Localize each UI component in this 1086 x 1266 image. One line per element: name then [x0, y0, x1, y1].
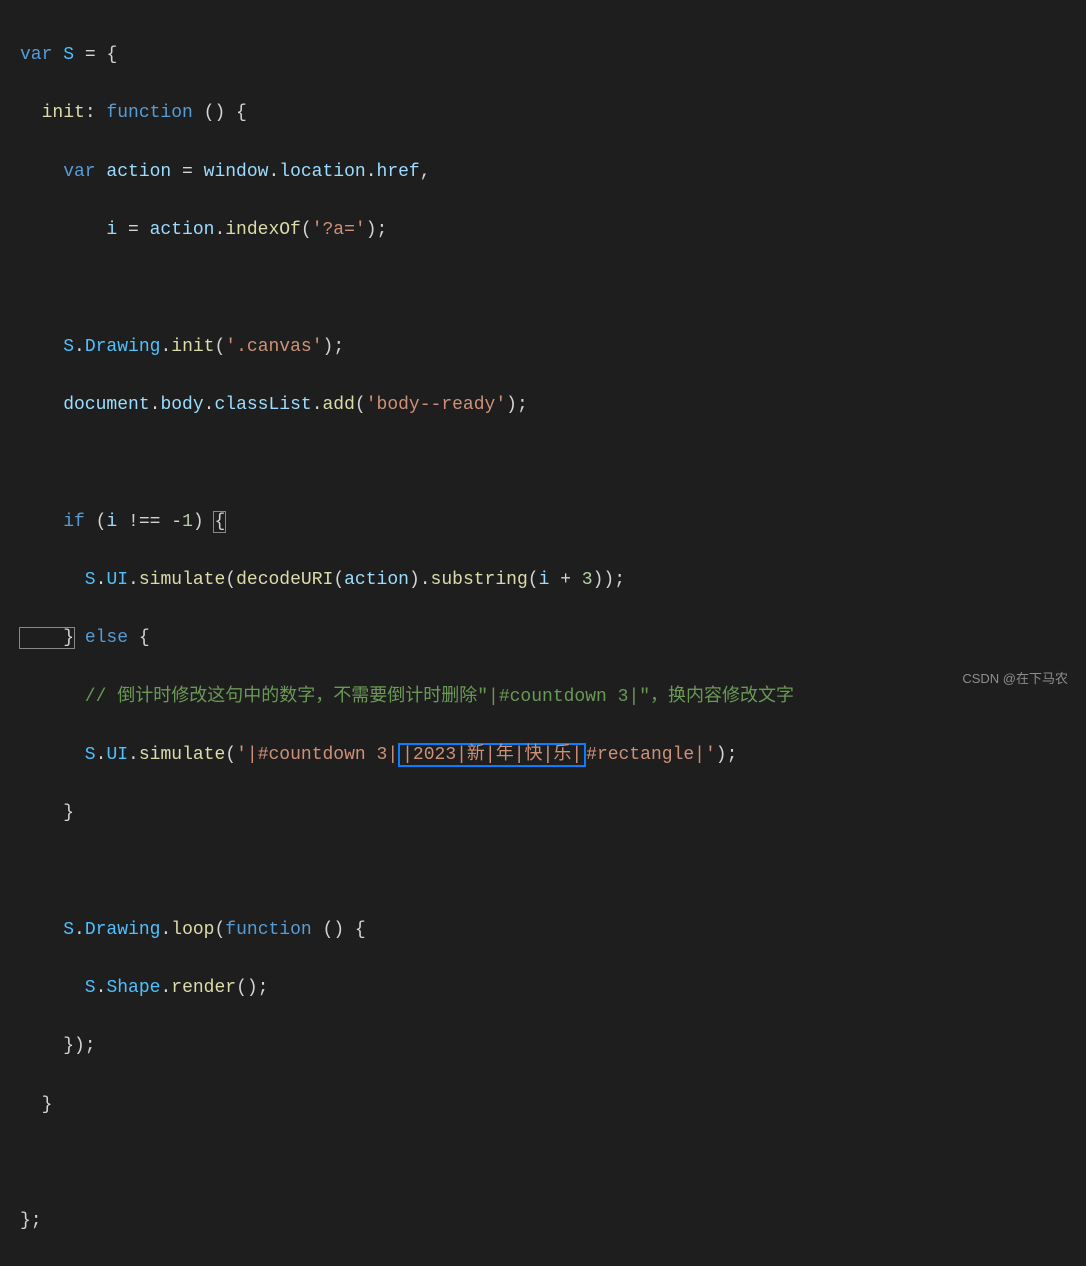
code-line: }; [20, 1207, 1086, 1236]
code-line: } [20, 799, 1086, 828]
code-line [20, 858, 1086, 887]
keyword-var: var [20, 45, 52, 65]
code-line: } else { [20, 624, 1086, 653]
code-editor-content[interactable]: var S = { init: function () { var action… [0, 12, 1086, 1266]
code-line: document.body.classList.add('body--ready… [20, 391, 1086, 420]
code-line: }); [20, 1032, 1086, 1061]
variable-S: S [52, 45, 74, 65]
code-line: if (i !== -1) { [20, 508, 1086, 537]
highlighted-text: |2023|新|年|快|乐| [398, 743, 586, 767]
property-init: init [20, 103, 85, 123]
comment-line: // 倒计时修改这句中的数字，不需要倒计时删除"|#countdown 3|"，… [20, 687, 794, 707]
code-line: // 倒计时修改这句中的数字，不需要倒计时删除"|#countdown 3|"，… [20, 683, 1086, 712]
bracket-highlight: { [213, 511, 226, 533]
code-line [20, 1149, 1086, 1178]
code-line: S.UI.simulate(decodeURI(action).substrin… [20, 566, 1086, 595]
code-line [20, 449, 1086, 478]
bracket-highlight: } [19, 627, 75, 649]
code-line: S.Drawing.init('.canvas'); [20, 333, 1086, 362]
code-line: S.Drawing.loop(function () { [20, 916, 1086, 945]
code-line: init: function () { [20, 99, 1086, 128]
code-line: S.Shape.render(); [20, 974, 1086, 1003]
code-line [20, 274, 1086, 303]
code-line: var action = window.location.href, [20, 158, 1086, 187]
watermark-text: CSDN @在下马农 [962, 668, 1068, 689]
code-line: var S = { [20, 41, 1086, 70]
code-line: i = action.indexOf('?a='); [20, 216, 1086, 245]
keyword-function: function [106, 103, 192, 123]
code-line: } [20, 1091, 1086, 1120]
code-line: S.UI.simulate('|#countdown 3||2023|新|年|快… [20, 741, 1086, 770]
